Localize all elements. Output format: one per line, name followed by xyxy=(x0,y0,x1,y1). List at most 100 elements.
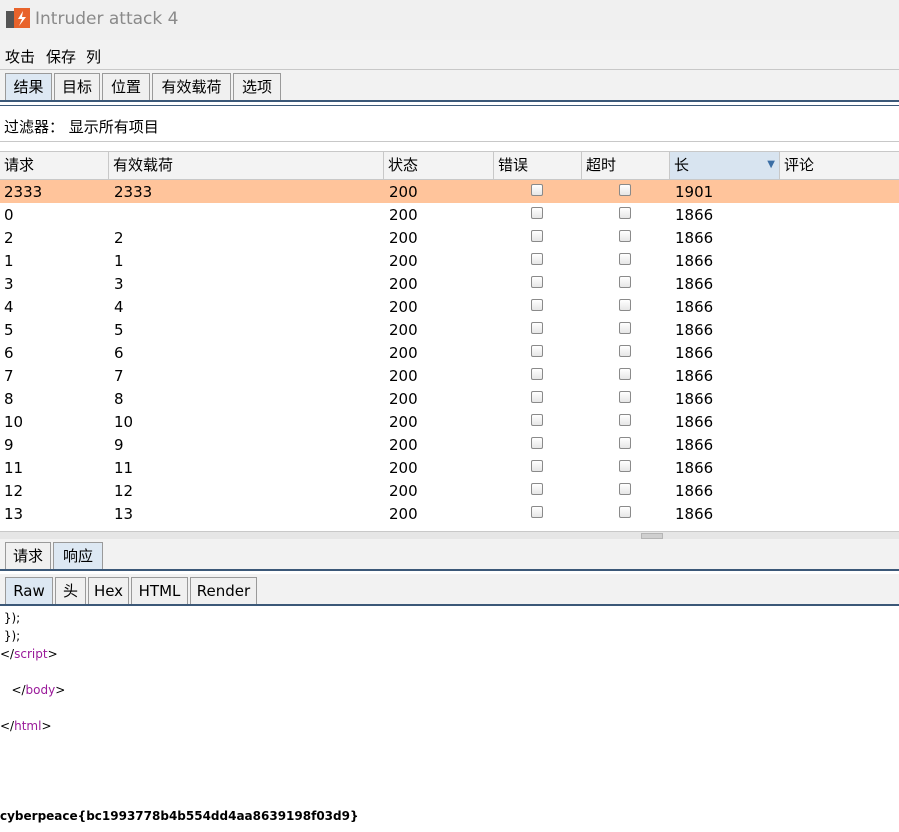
message-tab-divider xyxy=(0,569,899,571)
cell-timeout-checkbox[interactable] xyxy=(619,230,631,242)
sort-desc-icon: ▼ xyxy=(767,159,775,170)
tab-headers[interactable]: 头 xyxy=(55,577,86,604)
cell-request: 9 xyxy=(4,436,14,454)
col-header-request[interactable]: 请求 xyxy=(0,152,109,179)
col-header-comment[interactable]: 评论 xyxy=(780,152,899,179)
cell-timeout-checkbox[interactable] xyxy=(619,299,631,311)
cell-timeout-checkbox[interactable] xyxy=(619,322,631,334)
table-header: 请求 有效载荷 状态 错误 超时 长 ▼ 评论 xyxy=(0,152,899,180)
cell-error-checkbox[interactable] xyxy=(531,276,543,288)
cell-error-checkbox[interactable] xyxy=(531,414,543,426)
table-row[interactable]: 8 8 200 1866 xyxy=(0,387,899,410)
cell-timeout-checkbox[interactable] xyxy=(619,391,631,403)
cell-timeout-checkbox[interactable] xyxy=(619,207,631,219)
cell-timeout-checkbox[interactable] xyxy=(619,253,631,265)
table-row[interactable]: 6 6 200 1866 xyxy=(0,341,899,364)
tab-raw[interactable]: Raw xyxy=(5,577,53,604)
cell-error-checkbox[interactable] xyxy=(531,391,543,403)
cell-error-checkbox[interactable] xyxy=(531,207,543,219)
tab-results[interactable]: 结果 xyxy=(5,73,52,100)
table-row[interactable]: 10 10 200 1866 xyxy=(0,410,899,433)
cell-status: 200 xyxy=(389,390,418,408)
cell-timeout-checkbox[interactable] xyxy=(619,414,631,426)
cell-payload: 8 xyxy=(114,390,124,408)
table-row[interactable]: 13 13 200 1866 xyxy=(0,502,899,525)
code-line-html-close: </html> xyxy=(0,719,52,733)
menu-save[interactable]: 保存 xyxy=(46,46,76,67)
response-raw-view[interactable]: }); }); </script> </body> </html> cyberp… xyxy=(0,609,899,832)
cell-length: 1901 xyxy=(675,183,714,201)
cell-error-checkbox[interactable] xyxy=(531,506,543,518)
cell-status: 200 xyxy=(389,229,418,247)
table-row[interactable]: 0 200 1866 xyxy=(0,203,899,226)
cell-request: 3 xyxy=(4,275,14,293)
filter-bar[interactable]: 过滤器： 显示所有项目 xyxy=(0,107,899,142)
code-tag: script xyxy=(14,647,48,661)
cell-timeout-checkbox[interactable] xyxy=(619,368,631,380)
table-row[interactable]: 12 12 200 1866 xyxy=(0,479,899,502)
menu-columns[interactable]: 列 xyxy=(86,46,101,67)
col-header-payload[interactable]: 有效载荷 xyxy=(109,152,384,179)
view-tab-divider xyxy=(0,604,899,606)
tab-hex[interactable]: Hex xyxy=(88,577,129,604)
table-row[interactable]: 7 7 200 1866 xyxy=(0,364,899,387)
col-header-status[interactable]: 状态 xyxy=(384,152,494,179)
cell-payload: 4 xyxy=(114,298,124,316)
tab-html[interactable]: HTML xyxy=(131,577,188,604)
tab-divider-lower xyxy=(0,105,899,106)
code-line-body-close: </body> xyxy=(0,683,65,697)
cell-status: 200 xyxy=(389,206,418,224)
table-row[interactable]: 11 11 200 1866 xyxy=(0,456,899,479)
menu-attack[interactable]: 攻击 xyxy=(5,46,35,67)
table-row[interactable]: 3 3 200 1866 xyxy=(0,272,899,295)
tab-payloads[interactable]: 有效载荷 xyxy=(152,73,231,100)
table-row[interactable]: 9 9 200 1866 xyxy=(0,433,899,456)
table-row[interactable]: 1 1 200 1866 xyxy=(0,249,899,272)
cell-error-checkbox[interactable] xyxy=(531,184,543,196)
cell-status: 200 xyxy=(389,344,418,362)
cell-error-checkbox[interactable] xyxy=(531,368,543,380)
filter-label[interactable]: 过滤器： 显示所有项目 xyxy=(4,116,159,137)
cell-timeout-checkbox[interactable] xyxy=(619,460,631,472)
table-row[interactable]: 5 5 200 1866 xyxy=(0,318,899,341)
cell-timeout-checkbox[interactable] xyxy=(619,437,631,449)
table-row[interactable]: 4 4 200 1866 xyxy=(0,295,899,318)
cell-error-checkbox[interactable] xyxy=(531,483,543,495)
cell-payload: 7 xyxy=(114,367,124,385)
tab-target[interactable]: 目标 xyxy=(54,73,100,100)
code-line: }); xyxy=(0,611,21,625)
cell-error-checkbox[interactable] xyxy=(531,345,543,357)
cell-length: 1866 xyxy=(675,390,714,408)
cell-request: 2333 xyxy=(4,183,43,201)
cell-timeout-checkbox[interactable] xyxy=(619,184,631,196)
col-header-error[interactable]: 错误 xyxy=(494,152,582,179)
cell-timeout-checkbox[interactable] xyxy=(619,483,631,495)
cell-timeout-checkbox[interactable] xyxy=(619,345,631,357)
cell-payload: 5 xyxy=(114,321,124,339)
cell-status: 200 xyxy=(389,321,418,339)
cell-error-checkbox[interactable] xyxy=(531,253,543,265)
tab-request[interactable]: 请求 xyxy=(5,542,51,569)
table-row[interactable]: 2 2 200 1866 xyxy=(0,226,899,249)
tab-render[interactable]: Render xyxy=(190,577,257,604)
table-row[interactable]: 2333 2333 200 1901 xyxy=(0,180,899,203)
cell-timeout-checkbox[interactable] xyxy=(619,276,631,288)
cell-error-checkbox[interactable] xyxy=(531,437,543,449)
cell-length: 1866 xyxy=(675,344,714,362)
cell-error-checkbox[interactable] xyxy=(531,322,543,334)
tab-response[interactable]: 响应 xyxy=(53,542,103,569)
col-header-timeout[interactable]: 超时 xyxy=(582,152,670,179)
message-tab-strip: 请求 响应 xyxy=(0,539,899,571)
menu-bar: 攻击 保存 列 xyxy=(0,40,899,70)
cell-status: 200 xyxy=(389,482,418,500)
cell-error-checkbox[interactable] xyxy=(531,230,543,242)
tab-divider xyxy=(0,100,899,102)
cell-timeout-checkbox[interactable] xyxy=(619,506,631,518)
col-header-length[interactable]: 长 ▼ xyxy=(670,152,780,179)
cell-error-checkbox[interactable] xyxy=(531,299,543,311)
cell-error-checkbox[interactable] xyxy=(531,460,543,472)
cell-status: 200 xyxy=(389,367,418,385)
cell-length: 1866 xyxy=(675,229,714,247)
tab-options[interactable]: 选项 xyxy=(233,73,281,100)
tab-positions[interactable]: 位置 xyxy=(102,73,150,100)
